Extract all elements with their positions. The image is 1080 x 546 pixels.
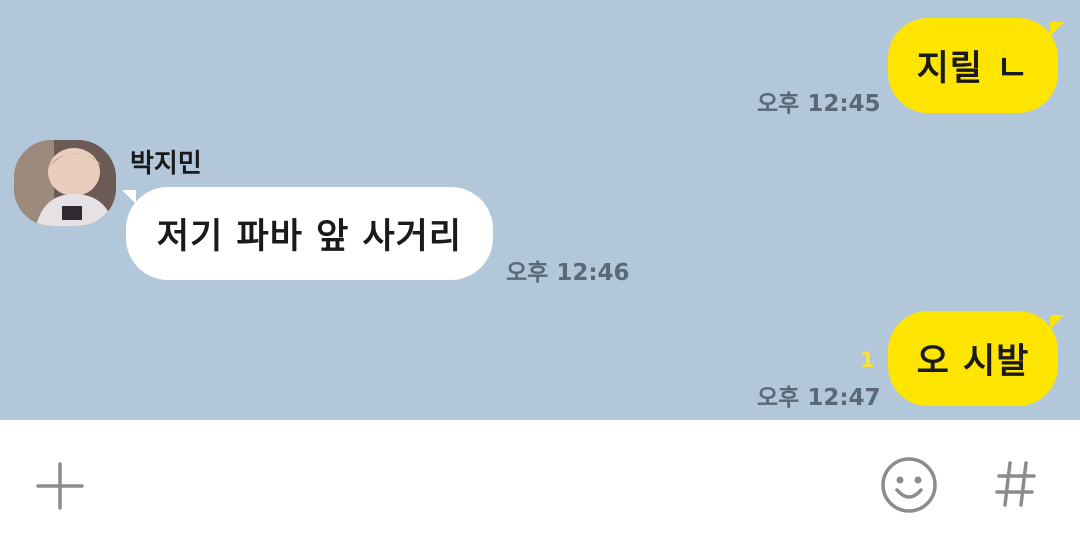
avatar-photo: [14, 140, 116, 226]
bubble-tail: [1050, 22, 1064, 36]
sent-message-bubble[interactable]: 오 시발: [888, 311, 1058, 406]
bubble-tail: [1050, 315, 1064, 329]
hash-icon[interactable]: [993, 458, 1039, 510]
message-time: 오후 12:45: [757, 91, 881, 117]
chat-area[interactable]: 오후 12:45 지릴 ㄴ 박지민 저기 파바 앞 사거리 오후 12:46 1…: [0, 0, 1080, 420]
sender-name: 박지민: [130, 149, 202, 179]
avatar[interactable]: [14, 140, 116, 226]
message-input[interactable]: [110, 448, 850, 518]
message-text: 지릴 ㄴ: [916, 49, 1030, 89]
message-text: 저기 파바 앞 사거리: [156, 217, 463, 257]
message-time: 오후 12:47: [757, 385, 881, 411]
unread-count: 1: [860, 348, 875, 372]
message-time: 오후 12:46: [506, 260, 630, 286]
bubble-tail: [122, 190, 136, 204]
message-text: 오 시발: [916, 342, 1030, 382]
emoji-icon[interactable]: [880, 456, 938, 514]
sent-message-bubble[interactable]: 지릴 ㄴ: [888, 18, 1058, 113]
message-input-bar: [0, 420, 1080, 546]
plus-icon[interactable]: [34, 460, 86, 512]
received-message-bubble[interactable]: 저기 파바 앞 사거리: [126, 187, 493, 280]
